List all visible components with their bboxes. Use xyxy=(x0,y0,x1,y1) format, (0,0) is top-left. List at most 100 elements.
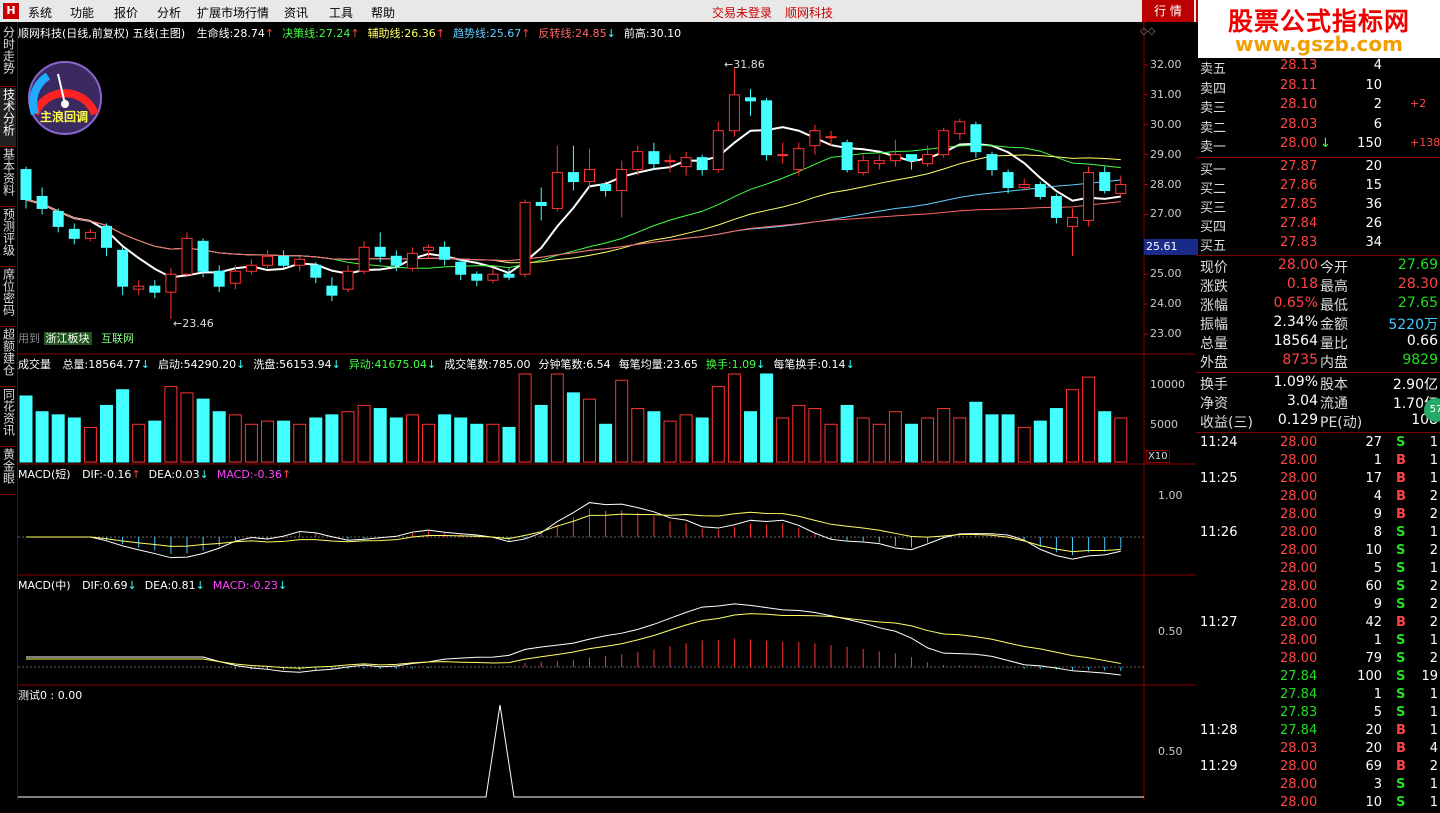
main-indicator-item-5: 前高:30.10 xyxy=(624,27,681,40)
menu-item-system[interactable]: 系统 xyxy=(28,4,52,21)
sell-chg-4: +138 xyxy=(1410,136,1440,149)
volume-indicator-item-1: 启动:54290.20↓ xyxy=(158,358,245,371)
buy-label-4: 买五 xyxy=(1200,238,1227,254)
volume-bar-52 xyxy=(856,417,870,463)
tick-row-1: 28.00 1 B 1 xyxy=(1196,453,1440,471)
kline-svg[interactable] xyxy=(18,22,1196,800)
tick-vol-0: 27 xyxy=(1365,434,1382,450)
main-indicator-label-1: 决策线: xyxy=(282,27,319,40)
fund-label-a-0: 换手 xyxy=(1200,376,1228,393)
tick-vol-15: 5 xyxy=(1373,704,1382,720)
candle-body-22 xyxy=(374,246,386,257)
volume-bar-44 xyxy=(727,373,741,463)
volume-bar-8 xyxy=(148,420,162,463)
tab-forecast-rating[interactable]: 预测评级 xyxy=(0,208,16,267)
menu-item-news[interactable]: 资讯 xyxy=(284,4,308,21)
tab-basic-label: 基本资料 xyxy=(1,148,16,196)
tab-excess-position[interactable]: 超额建仓 xyxy=(0,328,16,387)
volume-indicator-label-1: 启动: xyxy=(157,358,184,371)
macd-short-header: MACD(短) DIF:-0.16↑ DEA:0.03↓ MACD:-0.36↑ xyxy=(18,466,291,482)
tick-price-14: 27.84 xyxy=(1280,686,1318,702)
tick-vol-13: 100 xyxy=(1357,668,1382,684)
sector-zhejiang[interactable]: 浙江板块 xyxy=(43,332,92,345)
tab-forecast-label: 预测评级 xyxy=(1,208,16,256)
menu-item-tools[interactable]: 工具 xyxy=(329,4,353,21)
volume-indicator-value-0: 18564.77 xyxy=(88,358,141,371)
volume-bar-0 xyxy=(19,395,33,463)
tick-price-15: 27.83 xyxy=(1280,704,1318,720)
sell-chg-2: +2 xyxy=(1410,97,1427,110)
menu-item-help[interactable]: 帮助 xyxy=(371,4,395,21)
sell-label-0: 卖五 xyxy=(1200,62,1227,77)
volume-indicator-arrow-7: ↓ xyxy=(756,358,766,371)
quote-button[interactable]: 行 情 xyxy=(1142,0,1194,22)
macd-short-arrow-2: ↑ xyxy=(282,468,292,481)
volume-indicator-label-5: 分钟笔数: xyxy=(538,358,587,371)
volume-indicator-item-4: 成交笔数:785.00 xyxy=(444,358,530,371)
tick-row-4: 28.00 9 B 2 xyxy=(1196,507,1440,525)
sector-prefix: 用到 xyxy=(18,332,40,345)
tick-side-15: S xyxy=(1396,704,1406,720)
candle-body-7 xyxy=(133,285,145,290)
volume-bar-17 xyxy=(293,423,307,463)
quote-label-b-5: 内盘 xyxy=(1320,354,1348,371)
macd-mid-header: MACD(中) DIF:0.69↓ DEA:0.81↓ MACD:-0.23↓ xyxy=(18,577,287,593)
fund-row-0: 换手 1.09% 股本 2.90亿 xyxy=(1196,374,1440,393)
tab-basic-info[interactable]: 基本资料 xyxy=(0,148,16,207)
quote-label-a-1: 涨跌 xyxy=(1200,278,1228,295)
menu-item-extended-market[interactable]: 扩展市场行情 xyxy=(197,4,269,21)
volume-bar-4 xyxy=(83,426,97,463)
volume-bar-50 xyxy=(824,423,838,463)
buy-row-3: 买四 27.84 26 xyxy=(1196,216,1440,235)
sell-vol-2: 2 xyxy=(1373,97,1382,112)
kline-chart-area[interactable]: 顺网科技(日线,前复权) 五线(主图) 生命线:28.74↑ 决策线:27.24↑… xyxy=(18,22,1198,804)
volume-indicator-label-4: 成交笔数: xyxy=(444,358,492,371)
tab-tonghua-news[interactable]: 同花资讯 xyxy=(0,388,16,447)
tab-intraday[interactable]: 分时走势 xyxy=(0,26,16,87)
candle-body-44 xyxy=(728,94,740,132)
login-status[interactable]: 交易未登录 xyxy=(712,4,772,21)
menu-item-analysis[interactable]: 分析 xyxy=(157,4,181,21)
tick-row-6: 28.00 10 S 2 xyxy=(1196,543,1440,561)
candle-body-4 xyxy=(84,231,96,239)
menu-item-function[interactable]: 功能 xyxy=(70,4,94,21)
candle-body-50 xyxy=(825,136,837,139)
price-axis-label-8: 23.00 xyxy=(1150,327,1182,341)
tick-row-14: 27.84 1 S 1 xyxy=(1196,687,1440,705)
tick-time-5: 11:26 xyxy=(1200,524,1238,540)
left-tab-strip: 分时走势 技术分析 基本资料 预测评级 席位密码 超额建仓 同花资讯 黄金眼 xyxy=(0,22,18,800)
tick-count-2: 1 xyxy=(1429,470,1438,486)
volume-title: 成交量 xyxy=(18,358,51,371)
sell-row-1: 卖四 28.11 10 xyxy=(1196,78,1440,97)
volume-bar-63 xyxy=(1033,420,1047,463)
volume-bar-65 xyxy=(1066,389,1079,463)
tick-side-8: S xyxy=(1396,578,1406,594)
tick-price-18: 28.00 xyxy=(1280,758,1318,774)
test-signal-line xyxy=(18,704,1144,798)
orderbook-separator xyxy=(1196,156,1440,158)
fund-label-b-2: PE(动) xyxy=(1320,414,1363,431)
tick-side-19: S xyxy=(1396,776,1406,792)
tab-golden-eye[interactable]: 黄金眼 xyxy=(0,448,16,495)
tick-count-7: 1 xyxy=(1429,560,1438,576)
tab-seat-password[interactable]: 席位密码 xyxy=(0,268,16,327)
tick-price-16: 27.84 xyxy=(1280,722,1318,738)
macd-mid-value-0: 0.69 xyxy=(102,579,128,592)
tab-technical-analysis[interactable]: 技术分析 xyxy=(0,88,16,147)
chart-options-icon[interactable]: ◇◇ xyxy=(1140,26,1155,37)
candle-body-61 xyxy=(1002,172,1014,189)
watermark-url: www.gszb.com xyxy=(1235,32,1403,56)
volume-indicator-label-8: 每笔换手: xyxy=(773,358,822,371)
menu-item-quote[interactable]: 报价 xyxy=(114,4,138,21)
volume-bar-21 xyxy=(357,404,371,463)
candle-body-0 xyxy=(20,169,32,200)
macd-short-label-0: DIF: xyxy=(82,468,103,481)
candle-body-30 xyxy=(503,273,515,278)
indicator-lines xyxy=(18,502,1144,798)
tick-price-19: 28.00 xyxy=(1280,776,1318,792)
main-indicator-label-4: 反转线: xyxy=(538,27,576,40)
tick-count-15: 1 xyxy=(1429,704,1438,720)
macd-mid-arrow-1: ↓ xyxy=(195,579,205,592)
fund-label-a-1: 净资 xyxy=(1200,395,1228,412)
sector-internet[interactable]: 互联网 xyxy=(101,332,134,345)
